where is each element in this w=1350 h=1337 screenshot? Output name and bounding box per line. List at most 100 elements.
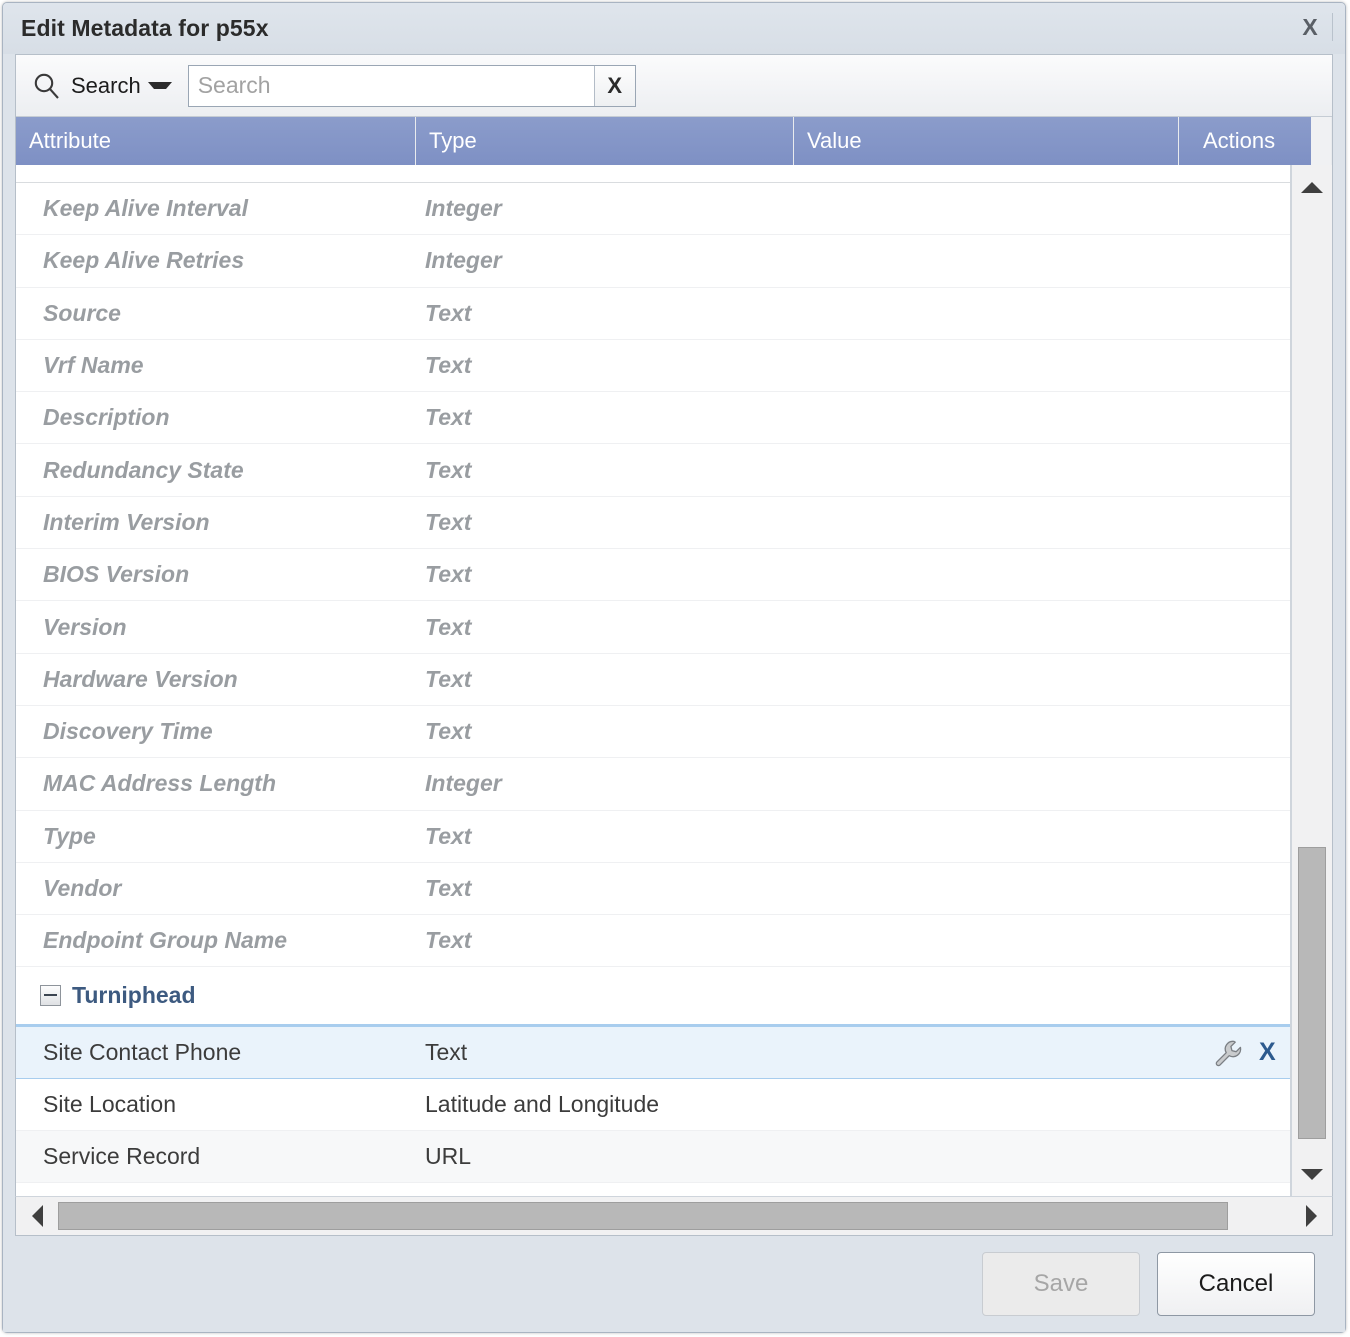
table-row[interactable]: MAC Address Length Integer <box>16 758 1290 811</box>
cell-type: Integer <box>425 247 502 274</box>
table-row[interactable]: Source Text <box>16 287 1290 340</box>
vertical-scrollbar[interactable] <box>1291 165 1332 1196</box>
cell-type: Text <box>425 456 472 483</box>
close-icon[interactable]: X <box>1297 12 1323 42</box>
vertical-scrollbar-track[interactable] <box>1292 209 1332 1152</box>
cell-attribute: Discovery Time <box>43 718 213 745</box>
cell-type: Text <box>425 299 472 326</box>
column-header-actions[interactable]: Actions <box>1179 117 1311 165</box>
grid-header-row: Attribute Type Value Actions <box>16 117 1332 165</box>
grid-body-area: Keep Alive Interval Integer Keep Alive R… <box>16 165 1332 1196</box>
scroll-up-button[interactable] <box>1292 165 1332 209</box>
table-row[interactable]: Vrf Name Text <box>16 339 1290 393</box>
scroll-down-button[interactable] <box>1292 1152 1332 1196</box>
edit-metadata-dialog: Edit Metadata for p55x X Search X Attrib… <box>2 2 1346 1333</box>
cell-type: Integer <box>425 195 502 222</box>
cell-attribute: Vrf Name <box>43 352 144 379</box>
table-row[interactable]: Site Location Latitude and Longitude <box>16 1078 1290 1132</box>
search-icon <box>34 73 59 99</box>
search-menu-label[interactable]: Search <box>71 73 141 99</box>
cell-attribute: Keep Alive Retries <box>43 247 245 274</box>
horizontal-scrollbar-track[interactable] <box>58 1197 1290 1235</box>
metadata-grid: Attribute Type Value Actions Keep Alive … <box>16 117 1332 1196</box>
group-label: Turniphead <box>72 982 196 1009</box>
search-clear-button[interactable]: X <box>593 65 635 106</box>
cell-type: URL <box>425 1143 472 1170</box>
horizontal-scrollbar[interactable] <box>15 1196 1333 1236</box>
cell-type: Latitude and Longitude <box>425 1090 660 1117</box>
collapse-minus-icon[interactable] <box>40 985 61 1007</box>
table-row[interactable]: Service Record URL <box>16 1131 1290 1184</box>
cell-attribute: Version <box>43 613 127 640</box>
cell-type: Text <box>425 613 472 640</box>
dialog-titlebar: Edit Metadata for p55x X <box>3 3 1345 54</box>
dialog-title: Edit Metadata for p55x <box>21 15 269 41</box>
search-toolbar: Search X <box>16 55 1332 117</box>
delete-icon[interactable]: X <box>1259 1040 1276 1065</box>
table-row[interactable]: BIOS Version Text <box>16 549 1290 602</box>
column-header-filler <box>1311 117 1332 165</box>
titlebar-divider <box>1332 13 1333 41</box>
cancel-button[interactable]: Cancel <box>1157 1252 1315 1316</box>
table-row[interactable]: Redundancy State Text <box>16 444 1290 497</box>
cell-attribute: MAC Address Length <box>43 770 276 797</box>
cell-attribute: Source <box>43 299 121 326</box>
vertical-scrollbar-thumb[interactable] <box>1298 847 1326 1139</box>
cell-attribute: Keep Alive Interval <box>43 195 248 222</box>
group-header-turniphead[interactable]: Turniphead <box>16 967 1290 1027</box>
dialog-body-panel: Search X Attribute Type Value Actions <box>15 54 1333 1196</box>
table-row[interactable]: Endpoint Group Name Text <box>16 915 1290 968</box>
table-row[interactable]: Discovery Time Text <box>16 705 1290 759</box>
wrench-icon[interactable] <box>1213 1038 1243 1068</box>
column-header-value[interactable]: Value <box>794 117 1179 165</box>
cell-type: Text <box>425 875 472 901</box>
table-row[interactable]: Type Text <box>16 810 1290 863</box>
table-row[interactable]: Keep Alive Interval Integer <box>16 183 1290 236</box>
chevron-down-icon[interactable] <box>147 82 172 89</box>
cell-attribute: Site Location <box>43 1090 176 1117</box>
cell-type: Text <box>425 927 472 954</box>
save-button[interactable]: Save <box>982 1252 1140 1316</box>
cell-attribute: BIOS Version <box>43 561 190 588</box>
table-row[interactable]: Vendor Text <box>16 862 1290 916</box>
cell-type: Text <box>425 561 472 588</box>
cell-attribute: Redundancy State <box>43 456 244 483</box>
cell-attribute: Type <box>43 822 96 849</box>
table-row[interactable]: Description Text <box>16 392 1290 445</box>
search-box: X <box>187 64 636 107</box>
cell-attribute: Interim Version <box>43 508 210 535</box>
cell-type: Text <box>425 822 472 849</box>
table-row[interactable]: Interim Version Text <box>16 496 1290 550</box>
cell-attribute: Vendor <box>43 875 122 901</box>
table-row[interactable]: Hardware Version Text <box>16 653 1290 706</box>
triangle-up-icon <box>1301 181 1323 193</box>
cell-attribute: Description <box>43 404 170 431</box>
search-input[interactable] <box>188 65 594 106</box>
cell-type: Text <box>425 352 472 379</box>
cell-type: Text <box>425 665 472 692</box>
horizontal-scrollbar-thumb[interactable] <box>58 1202 1228 1230</box>
triangle-right-icon <box>1305 1205 1317 1227</box>
cell-attribute: Service Record <box>43 1143 201 1170</box>
triangle-left-icon <box>31 1205 43 1227</box>
column-header-type[interactable]: Type <box>416 117 794 165</box>
cell-type: Integer <box>425 770 502 797</box>
cell-type: Text <box>425 404 472 431</box>
grid-rows-viewport: Keep Alive Interval Integer Keep Alive R… <box>16 165 1291 1196</box>
table-row[interactable]: Site Contact Phone Text X <box>16 1026 1290 1079</box>
table-row[interactable]: Version Text <box>16 601 1290 654</box>
table-row[interactable] <box>16 165 1290 183</box>
scroll-right-button[interactable] <box>1290 1197 1332 1235</box>
cell-attribute: Endpoint Group Name <box>43 927 288 954</box>
cell-type: Text <box>425 718 472 745</box>
cell-actions: X <box>1179 1038 1290 1068</box>
cell-type: Text <box>425 1039 468 1066</box>
cell-attribute: Site Contact Phone <box>43 1039 242 1066</box>
cell-attribute: Hardware Version <box>43 665 238 692</box>
table-row[interactable]: Keep Alive Retries Integer <box>16 235 1290 288</box>
triangle-down-icon <box>1301 1168 1323 1180</box>
cell-type: Text <box>425 508 472 535</box>
dialog-footer: Save Cancel <box>3 1236 1345 1332</box>
column-header-attribute[interactable]: Attribute <box>16 117 416 165</box>
scroll-left-button[interactable] <box>16 1197 58 1235</box>
